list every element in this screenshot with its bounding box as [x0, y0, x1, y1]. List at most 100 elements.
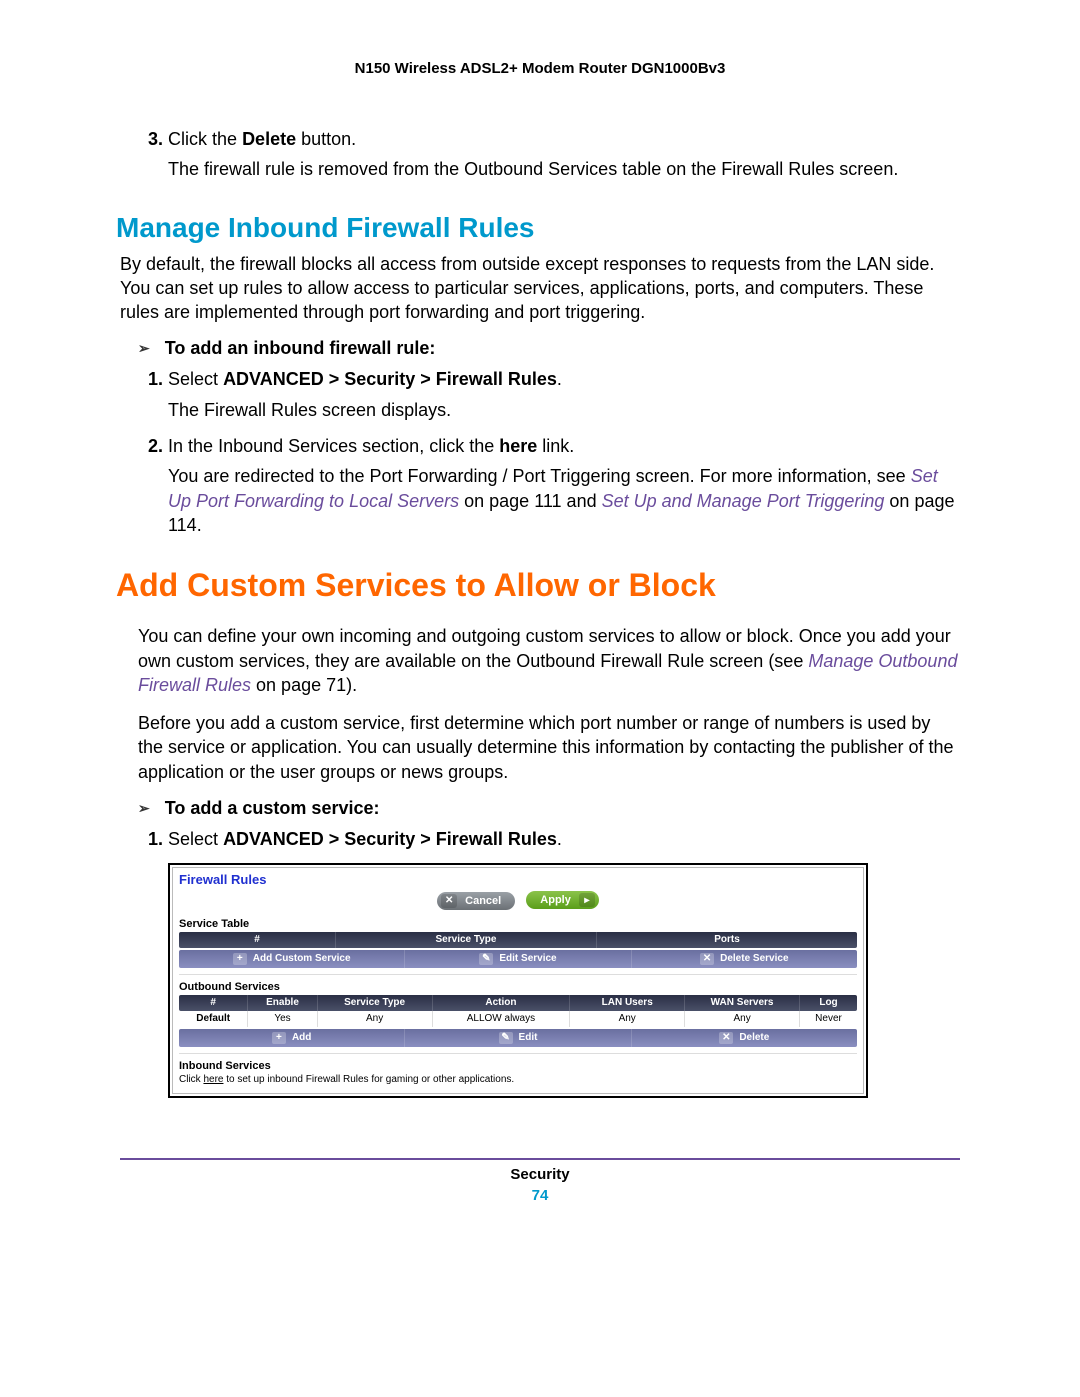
apply-button[interactable]: Apply ▸	[526, 891, 599, 909]
inbound-step-2-num: 2.	[148, 436, 163, 456]
out-col-service-type: Service Type	[318, 995, 433, 1011]
col-hash: #	[179, 932, 336, 948]
out-cell-log: Never	[800, 1011, 857, 1027]
outbound-header: # Enable Service Type Action LAN Users W…	[179, 995, 857, 1011]
custom-step-1-bold: ADVANCED > Security > Firewall Rules	[223, 829, 557, 849]
out-col-log: Log	[800, 995, 857, 1011]
out-cell-enable: Yes	[248, 1011, 317, 1027]
custom-para-2: Before you add a custom service, first d…	[138, 711, 960, 784]
top-button-row: ✕ Cancel Apply ▸	[179, 891, 857, 910]
close-icon: ✕	[441, 894, 457, 908]
out-col-hash: #	[179, 995, 248, 1011]
inbound-step-1-post: .	[557, 369, 562, 389]
separator	[179, 974, 857, 975]
arrow-right-icon: ▸	[579, 893, 595, 907]
subhead-add-custom: To add a custom service:	[138, 798, 960, 819]
x-icon: ✕	[719, 1032, 733, 1044]
inbound-step-2-post: link.	[537, 436, 574, 456]
outbound-label: Outbound Services	[179, 981, 857, 993]
inbound-note-a: Click	[179, 1074, 203, 1085]
inbound-step-1-pre: Select	[168, 369, 223, 389]
out-cell-wan: Any	[685, 1011, 800, 1027]
out-col-wan: WAN Servers	[685, 995, 800, 1011]
edit-service-button[interactable]: ✎ Edit Service	[405, 950, 631, 968]
footer-rule	[120, 1158, 960, 1160]
footer-page-number: 74	[120, 1187, 960, 1204]
delete-service-button[interactable]: ✕ Delete Service	[632, 950, 857, 968]
outbound-add-button[interactable]: + Add	[179, 1029, 405, 1047]
out-cell-type: Any	[318, 1011, 433, 1027]
inbound-step-2-body: You are redirected to the Port Forwardin…	[168, 464, 960, 537]
heading-manage-inbound: Manage Inbound Firewall Rules	[116, 212, 960, 244]
subhead-add-inbound-label: To add an inbound firewall rule:	[165, 338, 436, 358]
cancel-button-label: Cancel	[465, 895, 501, 907]
page-footer: Security 74	[120, 1166, 960, 1204]
step-3-body: The firewall rule is removed from the Ou…	[168, 157, 960, 181]
add-custom-service-label: Add Custom Service	[253, 953, 351, 964]
out-cell-lan: Any	[570, 1011, 685, 1027]
col-service-type: Service Type	[336, 932, 597, 948]
delete-service-label: Delete Service	[720, 953, 788, 964]
col-ports: Ports	[597, 932, 857, 948]
step-3-bold: Delete	[242, 129, 296, 149]
edit-service-label: Edit Service	[499, 953, 556, 964]
inbound-step-2-bold: here	[499, 436, 537, 456]
subhead-add-inbound: To add an inbound firewall rule:	[138, 338, 960, 359]
outbound-add-label: Add	[292, 1032, 311, 1043]
inbound-label: Inbound Services	[179, 1060, 857, 1072]
firewall-rules-title: Firewall Rules	[179, 872, 857, 887]
custom-step-1-post: .	[557, 829, 562, 849]
custom-step-1-pre: Select	[168, 829, 223, 849]
step-3-number: 3.	[148, 129, 163, 149]
out-col-enable: Enable	[248, 995, 317, 1011]
inbound-step-1-bold: ADVANCED > Security > Firewall Rules	[223, 369, 557, 389]
page-header: N150 Wireless ADSL2+ Modem Router DGN100…	[120, 60, 960, 77]
plus-icon: +	[233, 953, 247, 965]
out-cell-default: Default	[179, 1011, 248, 1027]
inbound-step-1-body: The Firewall Rules screen displays.	[168, 398, 960, 422]
service-table-header: # Service Type Ports	[179, 932, 857, 948]
custom-para-1: You can define your own incoming and out…	[138, 624, 960, 697]
inbound-note: Click here to set up inbound Firewall Ru…	[179, 1074, 857, 1085]
plus-icon: +	[272, 1032, 286, 1044]
separator	[179, 1053, 857, 1054]
outbound-edit-button[interactable]: ✎ Edit	[405, 1029, 631, 1047]
heading-add-custom-services: Add Custom Services to Allow or Block	[116, 567, 960, 604]
inbound-step-2-line: 2. In the Inbound Services section, clic…	[120, 434, 960, 458]
service-table-actions: + Add Custom Service ✎ Edit Service ✕ De…	[179, 950, 857, 968]
step-3-text-a: Click the	[168, 129, 242, 149]
inbound-step-2-body-a: You are redirected to the Port Forwardin…	[168, 466, 911, 486]
pencil-icon: ✎	[499, 1032, 513, 1044]
apply-button-label: Apply	[540, 894, 571, 906]
custom-step-1-line: 1. Select ADVANCED > Security > Firewall…	[120, 827, 960, 851]
xref-port-triggering[interactable]: Set Up and Manage Port Triggering	[602, 491, 885, 511]
firewall-rules-screenshot: Firewall Rules ✕ Cancel Apply ▸ Service …	[168, 863, 868, 1098]
x-icon: ✕	[700, 953, 714, 965]
cancel-button[interactable]: ✕ Cancel	[437, 892, 515, 910]
footer-section: Security	[120, 1166, 960, 1183]
outbound-row-default: Default Yes Any ALLOW always Any Any Nev…	[179, 1011, 857, 1027]
pencil-icon: ✎	[479, 953, 493, 965]
firewall-rules-panel: Firewall Rules ✕ Cancel Apply ▸ Service …	[172, 867, 864, 1094]
subhead-add-custom-label: To add a custom service:	[165, 798, 380, 818]
custom-step-1-num: 1.	[148, 829, 163, 849]
out-col-action: Action	[433, 995, 571, 1011]
inbound-step-2-pre: In the Inbound Services section, click t…	[168, 436, 499, 456]
add-custom-service-button[interactable]: + Add Custom Service	[179, 950, 405, 968]
inbound-step-2-mid: on page 111 and	[459, 491, 601, 511]
inbound-step-1-num: 1.	[148, 369, 163, 389]
inbound-step-1-line: 1. Select ADVANCED > Security > Firewall…	[120, 367, 960, 391]
intro-paragraph-1: By default, the firewall blocks all acce…	[120, 252, 960, 325]
out-cell-action: ALLOW always	[433, 1011, 571, 1027]
step-3-text-b: button.	[296, 129, 356, 149]
outbound-delete-label: Delete	[739, 1032, 769, 1043]
inbound-note-b: to set up inbound Firewall Rules for gam…	[223, 1074, 514, 1085]
step-3-line: 3. Click the Delete button.	[120, 127, 960, 151]
inbound-here-link[interactable]: here	[203, 1074, 223, 1085]
outbound-delete-button[interactable]: ✕ Delete	[632, 1029, 857, 1047]
outbound-edit-label: Edit	[519, 1032, 538, 1043]
outbound-actions: + Add ✎ Edit ✕ Delete	[179, 1029, 857, 1047]
out-col-lan: LAN Users	[570, 995, 685, 1011]
custom-para-1-b: on page 71).	[251, 675, 357, 695]
service-table-label: Service Table	[179, 918, 857, 930]
